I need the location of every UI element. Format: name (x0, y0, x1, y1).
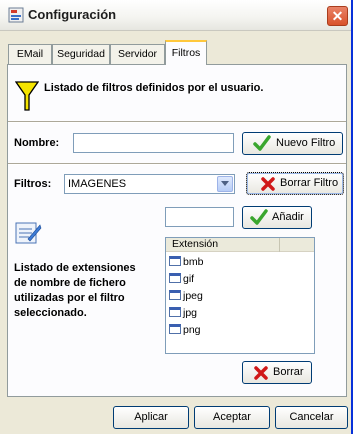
tab-seguridad[interactable]: Seguridad (52, 44, 110, 64)
checkmark-icon (253, 135, 271, 151)
extension-input[interactable] (165, 207, 234, 227)
button-label: Borrar (273, 366, 304, 378)
funnel-icon (15, 81, 39, 111)
notepad-icon (15, 222, 42, 244)
file-icon (169, 273, 181, 283)
button-label: Añadir (272, 211, 304, 223)
file-icon (169, 256, 181, 266)
title-bar[interactable]: Configuración ✕ (0, 0, 351, 31)
filtros-select[interactable]: IMAGENES (64, 174, 235, 194)
app-icon (8, 7, 24, 23)
filtros-label: Filtros: (14, 178, 52, 190)
aplicar-button[interactable]: Aplicar (113, 406, 189, 429)
close-button[interactable]: ✕ (327, 6, 348, 26)
tab-label: Servidor (117, 48, 158, 60)
list-header: Extensión (166, 238, 314, 252)
tab-servidor[interactable]: Servidor (110, 44, 165, 64)
borrar-filtro-button[interactable]: Borrar Filtro (246, 172, 344, 195)
divider (8, 121, 346, 123)
checkmark-icon (250, 209, 268, 225)
file-icon (169, 324, 181, 334)
borrar-button[interactable]: Borrar (242, 361, 312, 384)
tab-label: Seguridad (57, 48, 105, 60)
button-label: Borrar Filtro (280, 177, 339, 189)
tab-filtros[interactable]: Filtros (165, 40, 207, 65)
filtros-heading: Listado de filtros definidos por el usua… (44, 82, 264, 94)
column-header-extension[interactable]: Extensión (166, 238, 280, 252)
chevron-down-icon[interactable] (217, 176, 233, 192)
cancelar-button[interactable]: Cancelar (275, 406, 348, 429)
file-icon (169, 307, 181, 317)
anadir-button[interactable]: Añadir (242, 206, 312, 229)
delete-cross-icon (254, 366, 268, 380)
list-item[interactable]: jpeg (169, 289, 203, 305)
description-line: de nombre de fichero (14, 277, 126, 289)
divider (8, 163, 346, 165)
tab-label: EMail (16, 48, 44, 60)
list-item[interactable]: jpg (169, 306, 197, 322)
list-item[interactable]: gif (169, 272, 194, 288)
list-item[interactable]: png (169, 323, 201, 339)
aceptar-button[interactable]: Aceptar (194, 406, 270, 429)
button-label: Nuevo Filtro (276, 137, 336, 149)
extensions-list[interactable]: Extensión bmb gif jpeg jpg png (165, 237, 315, 354)
tab-email[interactable]: EMail (8, 44, 52, 64)
window-title: Configuración (28, 7, 117, 22)
config-window: Configuración ✕ EMail Seguridad Servidor… (0, 0, 353, 434)
nuevo-filtro-button[interactable]: Nuevo Filtro (242, 132, 343, 155)
description-line: utilizadas por el filtro (14, 292, 125, 304)
filtros-selected-value: IMAGENES (68, 178, 127, 190)
file-icon (169, 290, 181, 300)
close-icon: ✕ (331, 8, 344, 24)
nombre-input[interactable] (73, 133, 234, 153)
tab-label: Filtros (171, 47, 201, 59)
description-line: seleccionado. (14, 307, 87, 319)
description-line: Listado de extensiones (14, 262, 136, 274)
delete-cross-icon (261, 177, 275, 191)
list-item[interactable]: bmb (169, 255, 203, 271)
nombre-label: Nombre: (14, 137, 60, 149)
